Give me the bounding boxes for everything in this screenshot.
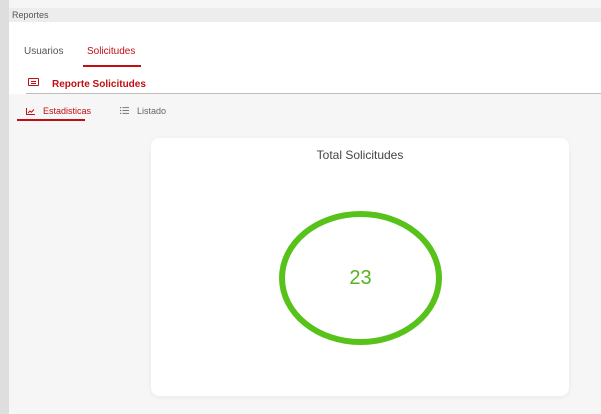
subtab-listado[interactable]: Listado: [120, 106, 166, 117]
tabs-row: Usuarios Solicitudes: [9, 22, 601, 69]
left-edge: [0, 0, 9, 414]
subtab-estadisticas-label: Estadisticas: [43, 106, 92, 116]
window-title: Reportes: [12, 10, 49, 20]
tab-solicitudes-active-indicator: [83, 65, 141, 67]
window-title-bar: Reportes: [9, 8, 601, 22]
tab-usuarios[interactable]: Usuarios: [24, 46, 63, 58]
total-solicitudes-card: Total Solicitudes 23: [151, 138, 569, 396]
card-title: Total Solicitudes: [316, 148, 404, 162]
subtab-listado-label: Listado: [137, 106, 167, 116]
tab-solicitudes[interactable]: Solicitudes: [87, 46, 135, 58]
subtab-estadisticas-active-indicator: [17, 119, 85, 121]
total-value: 23: [349, 266, 372, 289]
report-row[interactable]: Reporte Solicitudes: [9, 68, 601, 94]
report-label: Reporte Solicitudes: [52, 79, 146, 90]
subtab-estadisticas[interactable]: Estadisticas: [26, 106, 91, 117]
list-icon: [120, 107, 129, 114]
report-card-icon: [28, 78, 39, 86]
subtabs-row: Estadisticas Listado: [9, 94, 601, 120]
stats-chart-icon: [26, 108, 35, 115]
